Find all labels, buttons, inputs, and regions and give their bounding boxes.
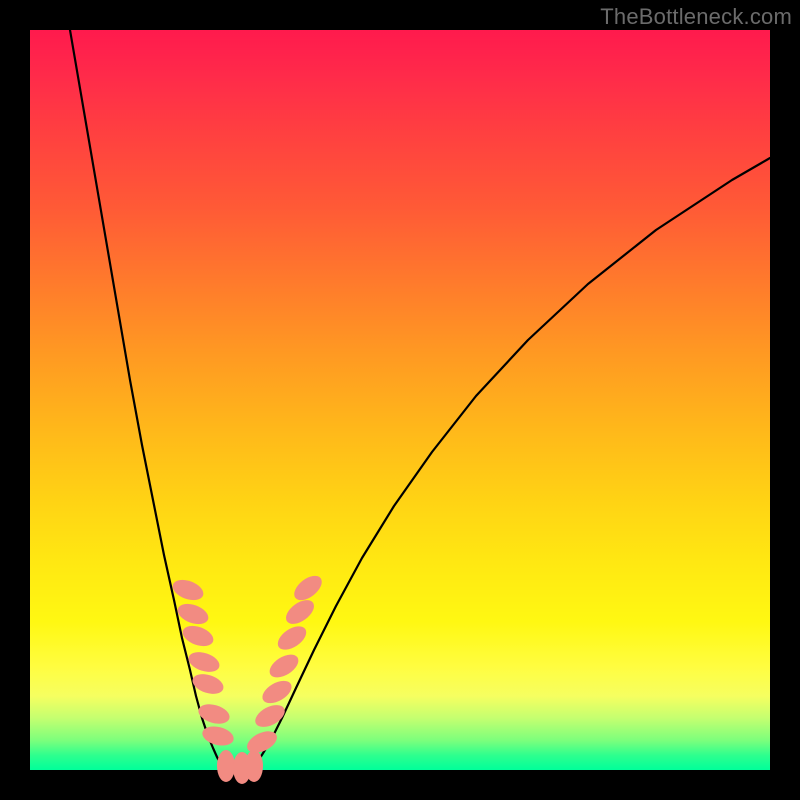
bead-left-5 <box>196 701 232 727</box>
bead-left-1 <box>175 600 211 628</box>
bead-left-2 <box>180 622 216 650</box>
bead-markers <box>170 571 326 784</box>
bead-right-1 <box>252 701 289 732</box>
bead-right-3 <box>266 650 303 682</box>
bead-left-0 <box>170 576 206 604</box>
bead-right-4 <box>274 622 311 655</box>
bead-bottom-0 <box>217 750 235 782</box>
watermark-text: TheBottleneck.com <box>600 4 792 30</box>
curve-path <box>70 30 770 770</box>
curve-svg <box>30 30 770 770</box>
bead-bottom-2 <box>245 750 263 782</box>
bead-right-6 <box>290 571 326 605</box>
bead-right-5 <box>282 595 318 628</box>
plot-area <box>30 30 770 770</box>
v-curve <box>70 30 770 770</box>
chart-stage: TheBottleneck.com <box>0 0 800 800</box>
